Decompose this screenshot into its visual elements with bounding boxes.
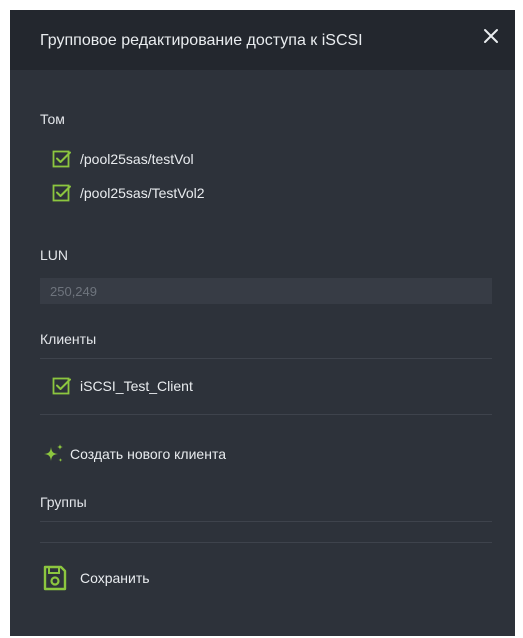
save-label: Сохранить [80, 570, 150, 586]
create-client-label: Создать нового клиента [70, 446, 226, 462]
sparkle-icon [44, 444, 63, 462]
volume-item-label: /pool25sas/testVol [80, 151, 194, 167]
dialog-title: Групповое редактирование доступа к iSCSI [40, 32, 363, 49]
save-button[interactable]: Сохранить [42, 563, 150, 593]
save-icon [43, 565, 67, 591]
dialog-header: Групповое редактирование доступа к iSCSI [10, 10, 515, 70]
checkbox-checked-icon[interactable] [52, 149, 72, 169]
volume-checkbox-row[interactable]: /pool25sas/testVol [52, 149, 194, 169]
close-icon[interactable] [479, 24, 503, 48]
checkbox-checked-icon[interactable] [52, 376, 72, 396]
clients-bottom-divider [40, 414, 492, 415]
groups-section-label: Группы [40, 494, 87, 510]
volume-checkbox-row[interactable]: /pool25sas/TestVol2 [52, 183, 205, 203]
volume-item-label: /pool25sas/TestVol2 [80, 185, 205, 201]
client-item-label: iSCSI_Test_Client [80, 378, 193, 394]
checkbox-checked-icon[interactable] [52, 183, 72, 203]
iscsi-bulk-edit-dialog: Групповое редактирование доступа к iSCSI… [10, 10, 515, 636]
lun-input[interactable] [40, 278, 492, 304]
volume-section-label: Том [40, 111, 65, 127]
create-client-button[interactable]: Создать нового клиента [42, 443, 226, 465]
clients-top-divider [40, 358, 492, 359]
clients-section-label: Клиенты [40, 331, 97, 347]
client-checkbox-row[interactable]: iSCSI_Test_Client [52, 376, 193, 396]
groups-bottom-divider [40, 542, 492, 543]
lun-section-label: LUN [40, 247, 69, 263]
groups-top-divider [40, 521, 492, 522]
